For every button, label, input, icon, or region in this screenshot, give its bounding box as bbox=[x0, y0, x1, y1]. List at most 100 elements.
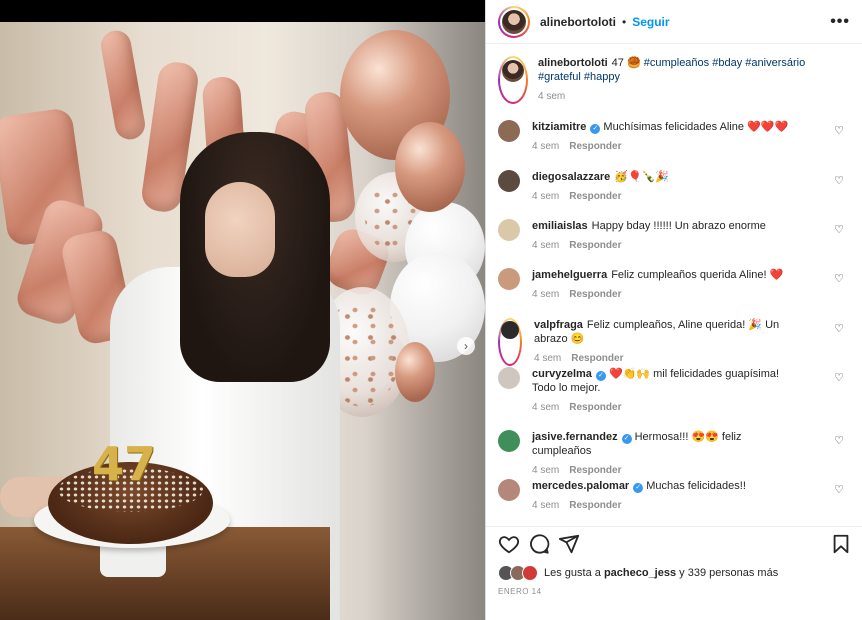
comment-username[interactable]: mercedes.palomar bbox=[532, 480, 629, 492]
reply-button[interactable]: Responder bbox=[569, 500, 621, 511]
likes-summary[interactable]: Les gusta a pacheco_jess y 339 personas … bbox=[498, 565, 778, 581]
top-bar bbox=[0, 0, 485, 22]
likes-text: Les gusta a pacheco_jess y 339 personas … bbox=[544, 567, 778, 579]
comment-body: emiliaislas Happy bday !!!!!! Un abrazo e… bbox=[532, 219, 802, 253]
avatar[interactable] bbox=[502, 9, 526, 34]
comment-meta: 4 sem Responder bbox=[532, 190, 802, 204]
avatar[interactable] bbox=[501, 321, 519, 339]
caption-username[interactable]: alinebortoloti bbox=[538, 57, 608, 69]
comment-time: 4 sem bbox=[532, 500, 560, 511]
reply-button[interactable]: Responder bbox=[569, 240, 621, 251]
heart-icon[interactable]: ♡ bbox=[834, 371, 844, 384]
reply-button[interactable]: Responder bbox=[569, 465, 621, 476]
hashtag[interactable]: #grateful bbox=[538, 71, 581, 83]
separator-dot: • bbox=[622, 14, 627, 29]
comment-time: 4 sem bbox=[532, 141, 560, 152]
comment-meta: 4 sem Responder bbox=[532, 239, 802, 253]
comment-row: emiliaislas Happy bday !!!!!! Un abrazo e… bbox=[498, 219, 854, 253]
chevron-right-icon[interactable]: › bbox=[457, 337, 475, 355]
action-bar: Les gusta a pacheco_jess y 339 personas … bbox=[486, 526, 862, 620]
likes-prefix: Les gusta a bbox=[544, 567, 601, 579]
heart-icon[interactable]: ♡ bbox=[834, 223, 844, 236]
heart-icon[interactable]: ♡ bbox=[834, 322, 844, 335]
avatar[interactable] bbox=[502, 60, 524, 82]
comment-time: 4 sem bbox=[532, 465, 560, 476]
heart-icon[interactable]: ♡ bbox=[834, 483, 844, 496]
author-username[interactable]: alinebortoloti bbox=[540, 15, 616, 29]
avatar[interactable] bbox=[498, 219, 520, 241]
more-icon[interactable]: ••• bbox=[830, 13, 850, 31]
rose-gold-balloon bbox=[395, 342, 435, 402]
comment-meta: 4 sem Responder bbox=[532, 140, 802, 154]
number-candles: 47 bbox=[92, 437, 157, 491]
hashtag[interactable]: #cumpleaños bbox=[644, 57, 709, 69]
comment-username[interactable]: curvyzelma bbox=[532, 368, 592, 380]
likes-user[interactable]: pacheco_jess bbox=[604, 567, 676, 579]
likes-suffix[interactable]: y 339 personas más bbox=[679, 567, 778, 579]
comment-row: kitziamitre ✓ Muchísimas felicidades Aline… bbox=[498, 120, 854, 154]
post-photo[interactable]: 47 › 👤 bbox=[0, 22, 485, 620]
story-ring[interactable] bbox=[498, 56, 528, 104]
reply-button[interactable]: Responder bbox=[569, 141, 621, 152]
comment-text: Happy bday !!!!!! Un abrazo enorme bbox=[591, 220, 766, 232]
heart-icon[interactable]: ♡ bbox=[834, 272, 844, 285]
avatar[interactable] bbox=[498, 430, 520, 452]
comment-time: 4 sem bbox=[532, 402, 560, 413]
comment-meta: 4 sem Responder bbox=[532, 288, 802, 302]
avatar[interactable] bbox=[498, 120, 520, 142]
comment-body: diegosalazzare 🥳🎈🍾🎉 4 sem Responder bbox=[532, 170, 802, 204]
hashtag[interactable]: #aniversário bbox=[745, 57, 805, 69]
avatar[interactable] bbox=[498, 367, 520, 389]
comment-username[interactable]: valpfraga bbox=[534, 319, 583, 331]
share-icon[interactable] bbox=[558, 533, 580, 555]
verified-icon: ✓ bbox=[633, 483, 644, 493]
comments-list[interactable]: alinebortoloti 47 🥮 #cumpleaños #bday #an… bbox=[486, 44, 862, 526]
comment-meta: 4 sem Responder bbox=[532, 499, 802, 513]
comment-username[interactable]: kitziamitre bbox=[532, 121, 586, 133]
avatar[interactable] bbox=[498, 268, 520, 290]
avatar[interactable] bbox=[498, 479, 520, 501]
caption: alinebortoloti 47 🥮 #cumpleaños #bday #an… bbox=[498, 56, 854, 104]
heart-icon[interactable]: ♡ bbox=[834, 124, 844, 137]
comment-row: curvyzelma ✓ ❤️👏🙌 mil felicidades guapísim… bbox=[498, 367, 854, 415]
comment-text: 🥳🎈🍾🎉 bbox=[614, 171, 670, 183]
comment-row: mercedes.palomar ✓ Muchas felicidades!! 4 … bbox=[498, 479, 854, 513]
comment-username[interactable]: jamehelguerra bbox=[532, 269, 607, 281]
reply-button[interactable]: Responder bbox=[569, 289, 621, 300]
story-ring[interactable] bbox=[498, 318, 522, 366]
comment-meta: 4 sem Responder bbox=[534, 352, 804, 366]
caption-text: 47 🥮 bbox=[611, 57, 641, 69]
save-icon[interactable] bbox=[830, 533, 852, 555]
comment-username[interactable]: jasive.fernandez bbox=[532, 431, 618, 443]
comment-text: Feliz cumpleaños querida Aline! ❤️ bbox=[611, 269, 784, 281]
comment-meta: 4 sem Responder bbox=[532, 401, 802, 415]
heart-icon[interactable]: ♡ bbox=[834, 434, 844, 447]
comment-body: curvyzelma ✓ ❤️👏🙌 mil felicidades guapísim… bbox=[532, 367, 802, 415]
caption-body: alinebortoloti 47 🥮 #cumpleaños #bday #an… bbox=[538, 56, 808, 104]
reply-button[interactable]: Responder bbox=[569, 191, 621, 202]
avatar[interactable] bbox=[498, 170, 520, 192]
comment-username[interactable]: diegosalazzare bbox=[532, 171, 610, 183]
heart-icon[interactable] bbox=[498, 533, 520, 555]
comment-body: jamehelguerra Feliz cumpleaños querida Al… bbox=[532, 268, 802, 302]
follow-button[interactable]: Seguir bbox=[632, 15, 669, 29]
caption-time: 4 sem bbox=[538, 91, 566, 102]
hashtag[interactable]: #bday bbox=[712, 57, 742, 69]
verified-icon: ✓ bbox=[595, 371, 606, 381]
comment-time: 4 sem bbox=[532, 289, 560, 300]
post-header: alinebortoloti • Seguir ••• bbox=[486, 0, 862, 44]
comment-row: diegosalazzare 🥳🎈🍾🎉 4 sem Responder ♡ bbox=[498, 170, 854, 204]
reply-button[interactable]: Responder bbox=[569, 402, 621, 413]
comment-text: Muchísimas felicidades Aline ❤️❤️❤️ bbox=[603, 121, 789, 133]
hashtag[interactable]: #happy bbox=[584, 71, 620, 83]
comment-username[interactable]: emiliaislas bbox=[532, 220, 588, 232]
reply-button[interactable]: Responder bbox=[571, 353, 623, 364]
comment-icon[interactable] bbox=[528, 533, 550, 555]
rose-gold-balloon bbox=[395, 122, 465, 212]
story-ring[interactable] bbox=[498, 5, 530, 38]
comment-row: valpfraga Feliz cumpleaños, Aline querida… bbox=[498, 318, 854, 366]
comment-body: kitziamitre ✓ Muchísimas felicidades Aline… bbox=[532, 120, 802, 154]
caption-meta: 4 sem bbox=[538, 90, 808, 104]
heart-icon[interactable]: ♡ bbox=[834, 174, 844, 187]
comment-body: valpfraga Feliz cumpleaños, Aline querida… bbox=[534, 318, 804, 366]
